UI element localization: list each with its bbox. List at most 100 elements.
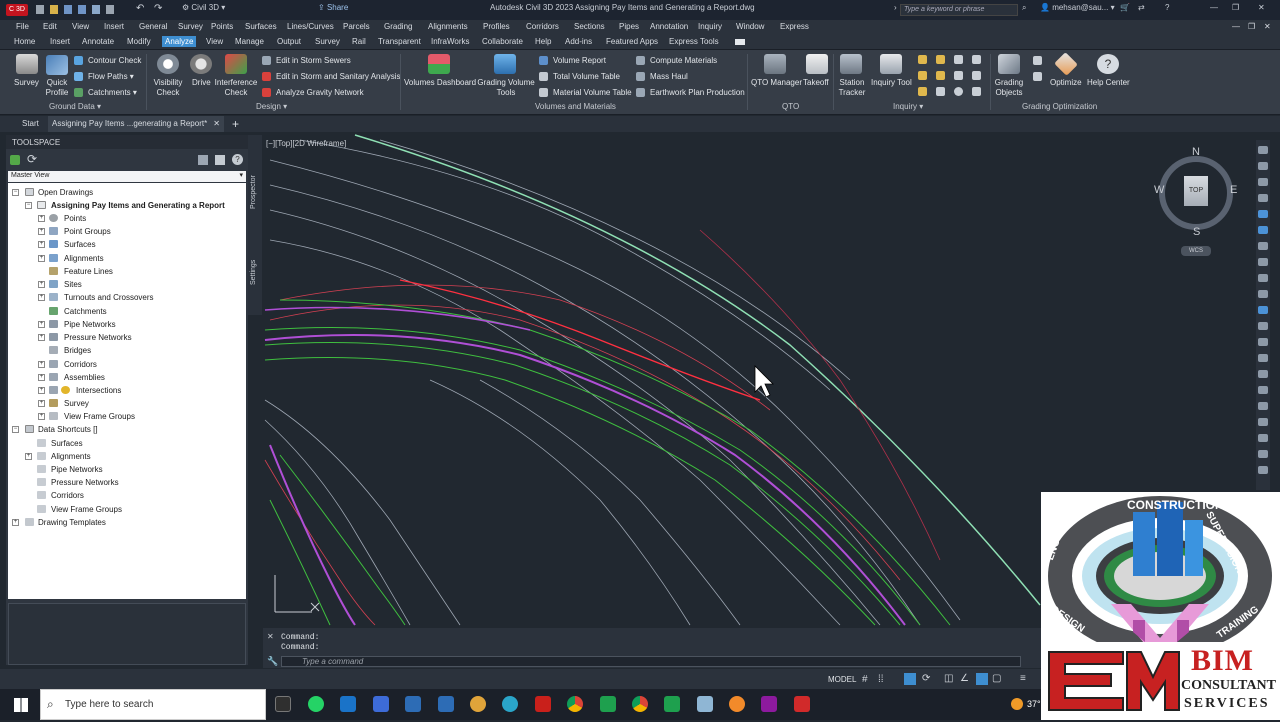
tree-feature-lines[interactable]: Feature Lines	[64, 267, 113, 276]
nav-tool-icon[interactable]	[1258, 194, 1268, 202]
tree-drawing-templates[interactable]: Drawing Templates	[38, 518, 106, 527]
edit-storm-sewers-button[interactable]: Edit in Storm Sewers	[276, 56, 351, 65]
menu-profiles[interactable]: Profiles	[483, 22, 510, 31]
firefox-app-icon[interactable]	[729, 696, 745, 712]
share-button[interactable]: ⇪ Share	[318, 3, 348, 12]
saveas-icon[interactable]	[78, 5, 86, 14]
nav-tool-icon[interactable]	[1258, 466, 1268, 474]
tool-icon[interactable]	[918, 71, 927, 80]
drive-icon[interactable]	[190, 54, 212, 74]
ribbon-toggle-icon[interactable]	[735, 39, 745, 45]
minimize-icon[interactable]: —	[1210, 3, 1218, 12]
user-account[interactable]: 👤 mehsan@sau... ▾	[1040, 3, 1115, 12]
tab-home[interactable]: Home	[14, 37, 35, 46]
revit-app-icon[interactable]	[405, 696, 421, 712]
nav-tool-icon[interactable]	[1258, 402, 1268, 410]
tool-icon[interactable]	[954, 55, 963, 64]
menu-survey[interactable]: Survey	[178, 22, 203, 31]
tree-expand-icon[interactable]: +	[38, 294, 45, 301]
nav-tool-icon[interactable]	[1258, 258, 1268, 266]
tree-expand-icon[interactable]: +	[38, 228, 45, 235]
new-icon[interactable]	[36, 5, 44, 14]
tree-view-icon[interactable]	[198, 155, 208, 165]
model-space-button[interactable]: MODEL	[828, 675, 856, 684]
tree-collapse-icon[interactable]: −	[12, 426, 19, 433]
tab-featured-apps[interactable]: Featured Apps	[606, 37, 658, 46]
close-icon[interactable]: ✕	[1258, 3, 1265, 12]
tree-expand-icon[interactable]: +	[12, 519, 19, 526]
tab-express-tools[interactable]: Express Tools	[669, 37, 719, 46]
nav-tool-icon[interactable]	[1258, 146, 1268, 154]
app-icon[interactable]: C 3D	[6, 4, 28, 16]
optimize-button[interactable]: Optimize	[1050, 78, 1082, 87]
web-icon[interactable]	[92, 5, 100, 14]
tool-icon[interactable]	[936, 87, 945, 96]
group-design[interactable]: Design ▾	[256, 102, 287, 111]
tree-intersections[interactable]: Intersections	[76, 386, 121, 395]
earthwork-plan-production-button[interactable]: Earthwork Plan Production	[650, 88, 745, 97]
tree-survey[interactable]: Survey	[64, 399, 89, 408]
nav-tool-icon[interactable]	[1258, 450, 1268, 458]
tab-rail[interactable]: Rail	[352, 37, 366, 46]
menu-corridors[interactable]: Corridors	[526, 22, 559, 31]
chrome-app-icon[interactable]	[632, 696, 648, 712]
tab-infraworks[interactable]: InfraWorks	[431, 37, 470, 46]
tree-point-groups[interactable]: Point Groups	[64, 227, 111, 236]
material-volume-table-button[interactable]: Material Volume Table	[553, 88, 632, 97]
tool-app-icon[interactable]	[697, 696, 713, 712]
tool-icon[interactable]	[936, 55, 945, 64]
grading-objects-icon[interactable]	[998, 54, 1020, 74]
menu-insert[interactable]: Insert	[104, 22, 124, 31]
game-app-icon[interactable]	[470, 696, 486, 712]
tool-icon[interactable]	[954, 71, 963, 80]
toolspace-icon[interactable]	[10, 155, 20, 165]
chrome-app-icon[interactable]	[567, 696, 583, 712]
tab-prospector[interactable]: Prospector	[250, 175, 257, 209]
command-input[interactable]: Type a command	[281, 656, 1021, 667]
help-center-button[interactable]: Help Center	[1087, 78, 1130, 87]
visibility-check-icon[interactable]	[157, 54, 179, 74]
otrack-icon[interactable]: ∠	[960, 673, 969, 684]
grading-volume-tools-button[interactable]: Grading Volume Tools	[476, 78, 536, 98]
doc-minimize-icon[interactable]: —	[1232, 22, 1240, 31]
civil-app-icon[interactable]	[600, 696, 616, 712]
nav-tool-icon[interactable]	[1258, 226, 1268, 234]
tree-ds-view-frame-groups[interactable]: View Frame Groups	[51, 505, 122, 514]
tree-turnouts-crossovers[interactable]: Turnouts and Crossovers	[64, 293, 154, 302]
survey-icon[interactable]	[16, 54, 38, 74]
tab-manage[interactable]: Manage	[235, 37, 264, 46]
undo-icon[interactable]: ↶	[136, 3, 144, 14]
nav-tool-icon[interactable]	[1258, 386, 1268, 394]
quick-access-toolbar[interactable]: ↶ ↷	[36, 3, 176, 14]
tab-insert[interactable]: Insert	[50, 37, 70, 46]
ortho-icon[interactable]	[904, 673, 916, 685]
station-tracker-icon[interactable]	[840, 54, 862, 74]
lineweight-icon[interactable]	[976, 673, 988, 685]
tree-ds-pressure-networks[interactable]: Pressure Networks	[51, 478, 119, 487]
tree-ds-alignments[interactable]: Alignments	[51, 452, 91, 461]
catchments-button[interactable]: Catchments ▾	[88, 88, 137, 97]
restore-icon[interactable]: ❐	[1232, 3, 1239, 12]
tree-ds-surfaces[interactable]: Surfaces	[51, 439, 83, 448]
tree-expand-icon[interactable]: +	[38, 400, 45, 407]
inquiry-tool-icon[interactable]	[880, 54, 902, 74]
tab-transparent[interactable]: Transparent	[378, 37, 421, 46]
customize-icon[interactable]: ≡	[1020, 673, 1026, 684]
tab-modify[interactable]: Modify	[127, 37, 151, 46]
nav-tool-icon[interactable]	[1258, 178, 1268, 186]
menu-file[interactable]: File	[16, 22, 29, 31]
tab-view[interactable]: View	[206, 37, 223, 46]
visibility-check-button[interactable]: Visibility Check	[150, 78, 186, 98]
wcs-menu[interactable]: WCS	[1181, 246, 1211, 256]
tree-expand-icon[interactable]: +	[25, 453, 32, 460]
analyze-gravity-network-button[interactable]: Analyze Gravity Network	[276, 88, 364, 97]
tree-ds-corridors[interactable]: Corridors	[51, 491, 84, 500]
tab-collaborate[interactable]: Collaborate	[482, 37, 523, 46]
group-inquiry[interactable]: Inquiry ▾	[893, 102, 923, 111]
clock-icon[interactable]	[954, 87, 963, 96]
selection-cycling-icon[interactable]: ▢	[992, 673, 1001, 684]
menu-view[interactable]: View	[72, 22, 89, 31]
nav-tool-icon[interactable]	[1258, 274, 1268, 282]
tree-points[interactable]: Points	[64, 214, 86, 223]
menu-grading[interactable]: Grading	[384, 22, 412, 31]
